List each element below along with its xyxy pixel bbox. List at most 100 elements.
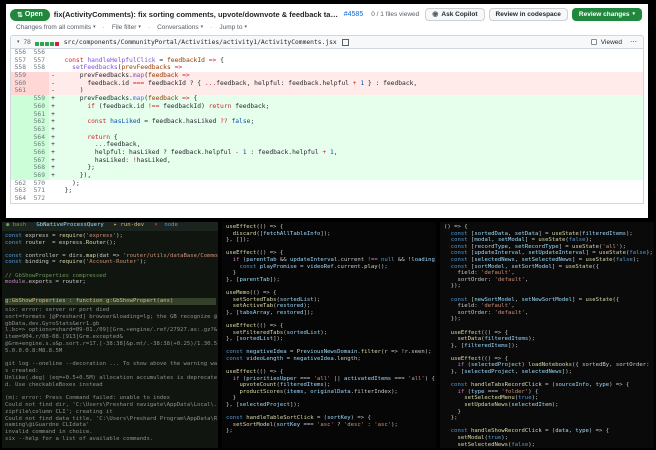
pr-number[interactable]: #4585 <box>344 11 363 18</box>
collapse-file-chevron-icon[interactable]: ▾ <box>17 39 20 45</box>
code-line: discard([fetchAllTableInfo]); <box>226 231 436 238</box>
terminal-line: six --help for a list of available comma… <box>5 436 154 443</box>
code-token: sortedData <box>474 230 509 237</box>
review-changes-button[interactable]: Review changes ▾ <box>571 8 642 21</box>
new-line-number[interactable] <box>30 72 49 80</box>
code-token: ); <box>139 259 147 266</box>
old-line-number[interactable]: 561 <box>11 87 30 96</box>
old-line-number[interactable] <box>11 172 30 180</box>
code-token: }, [ <box>226 276 240 283</box>
new-line-number[interactable] <box>30 87 49 96</box>
code-token: filter <box>360 349 381 356</box>
code-line: // GbShowProperties compressed <box>5 273 218 280</box>
new-line-number[interactable]: 556 <box>30 49 49 57</box>
new-line-number[interactable]: 571 <box>30 187 49 195</box>
old-line-number[interactable]: 557 <box>11 57 30 65</box>
code-token: if <box>87 102 95 110</box>
old-line-number[interactable]: 563 <box>11 187 30 195</box>
old-line-number[interactable] <box>11 133 30 142</box>
old-line-number[interactable]: 559 <box>11 72 30 80</box>
new-line-number[interactable]: 561 <box>30 110 49 119</box>
code-token: setModal <box>457 435 485 441</box>
old-line-number[interactable]: 556 <box>11 49 30 57</box>
code-token: map <box>132 95 145 103</box>
old-line-number[interactable]: 564 <box>11 195 30 203</box>
code-token: , <box>511 303 515 310</box>
terminal-tabbar[interactable]: ● bash GbNativeProcessQuery ▸ run-dev × … <box>2 222 218 231</box>
old-line-number[interactable]: 558 <box>11 64 30 72</box>
code-token: ); <box>551 402 559 409</box>
new-line-number[interactable]: 565 <box>30 141 49 149</box>
old-line-number[interactable] <box>11 141 30 149</box>
old-line-number[interactable] <box>11 164 30 172</box>
code-token: && ! <box>394 256 412 263</box>
toolbar-menu-file-filter[interactable]: File filter▾ <box>98 24 141 31</box>
toolbar-menu-jump-to[interactable]: Jump to▾ <box>205 24 247 31</box>
old-line-number[interactable]: 562 <box>11 180 30 188</box>
old-line-number[interactable] <box>11 95 30 103</box>
new-line-number[interactable]: 564 <box>30 133 49 142</box>
toolbar-menu-changes-from-all-commits[interactable]: Changes from all commits ▾ <box>16 24 96 31</box>
new-line-number[interactable]: 568 <box>30 164 49 172</box>
code-token: }, [ <box>226 336 240 343</box>
new-line-number[interactable]: 560 <box>30 102 49 111</box>
code-token: const <box>5 259 22 266</box>
code-token: node <box>164 222 178 228</box>
old-line-number[interactable] <box>11 148 30 157</box>
old-line-number[interactable] <box>11 125 30 134</box>
copy-path-icon[interactable] <box>341 38 349 46</box>
code-line: }, [filteredItems]); <box>444 343 654 350</box>
code-token: ); <box>391 421 398 428</box>
new-line-number[interactable]: 569 <box>30 172 49 180</box>
diff-code: helpful: hasLiked ? feedback.helpful - 1… <box>57 149 643 157</box>
new-line-number[interactable]: 558 <box>30 64 49 72</box>
code-token: ]); <box>290 402 301 409</box>
old-line-number[interactable] <box>11 156 30 165</box>
code-token: sortOrder: <box>444 276 495 283</box>
code-token: === <box>484 388 502 395</box>
review-in-codespace-button[interactable]: Review in codespace <box>488 8 568 21</box>
new-line-number[interactable]: 567 <box>30 156 49 165</box>
code-line: sortOrder: 'default', <box>444 310 654 317</box>
new-line-number[interactable]: 559 <box>30 95 49 103</box>
code-line: setModal(true); <box>444 435 654 442</box>
file-path[interactable]: src/components/CommunityPortal/Activitie… <box>64 39 337 46</box>
code-token: setActiveTab <box>232 303 274 310</box>
code-token: discard <box>232 230 257 237</box>
old-line-number[interactable] <box>11 110 30 119</box>
code-token: const <box>450 230 468 237</box>
new-line-number[interactable]: 557 <box>30 57 49 65</box>
code-token: }, [ <box>226 309 240 316</box>
old-line-number[interactable] <box>11 102 30 111</box>
code-token: setSelectedNews <box>521 256 573 263</box>
code-line: field: 'default', <box>444 270 654 277</box>
viewed-checkbox[interactable] <box>590 39 597 45</box>
old-line-number[interactable]: 560 <box>11 79 30 88</box>
new-line-number[interactable]: 563 <box>30 125 49 134</box>
code-line: const handleShowRecordClick = (data, typ… <box>444 428 654 435</box>
diffstat-square <box>44 42 49 46</box>
new-line-number[interactable]: 570 <box>30 180 49 188</box>
new-line-number[interactable]: 566 <box>30 148 49 157</box>
diff-code: feedback.id === feedbackId ? { ...feedba… <box>57 80 643 88</box>
diff-code: const hasLiked = feedback.hasLiked ?? fa… <box>57 118 643 126</box>
code-token: selectedProject <box>464 369 515 376</box>
new-line-number[interactable] <box>30 79 49 88</box>
old-line-number[interactable] <box>11 118 30 126</box>
ask-copilot-button[interactable]: ◉ Ask Copilot <box>425 8 485 21</box>
code-token: play <box>364 263 378 270</box>
code-token: tabsArray <box>239 309 270 316</box>
new-line-number[interactable]: 562 <box>30 118 49 126</box>
diff-row-add: 563 + <box>11 125 643 134</box>
new-line-number[interactable]: 572 <box>30 195 49 203</box>
code-token: , <box>333 148 338 156</box>
diff-sign: - <box>51 72 55 80</box>
toolbar-menu-conversations[interactable]: Conversations▾ <box>143 24 203 31</box>
file-options-kebab-icon[interactable]: ⋯ <box>630 38 637 46</box>
